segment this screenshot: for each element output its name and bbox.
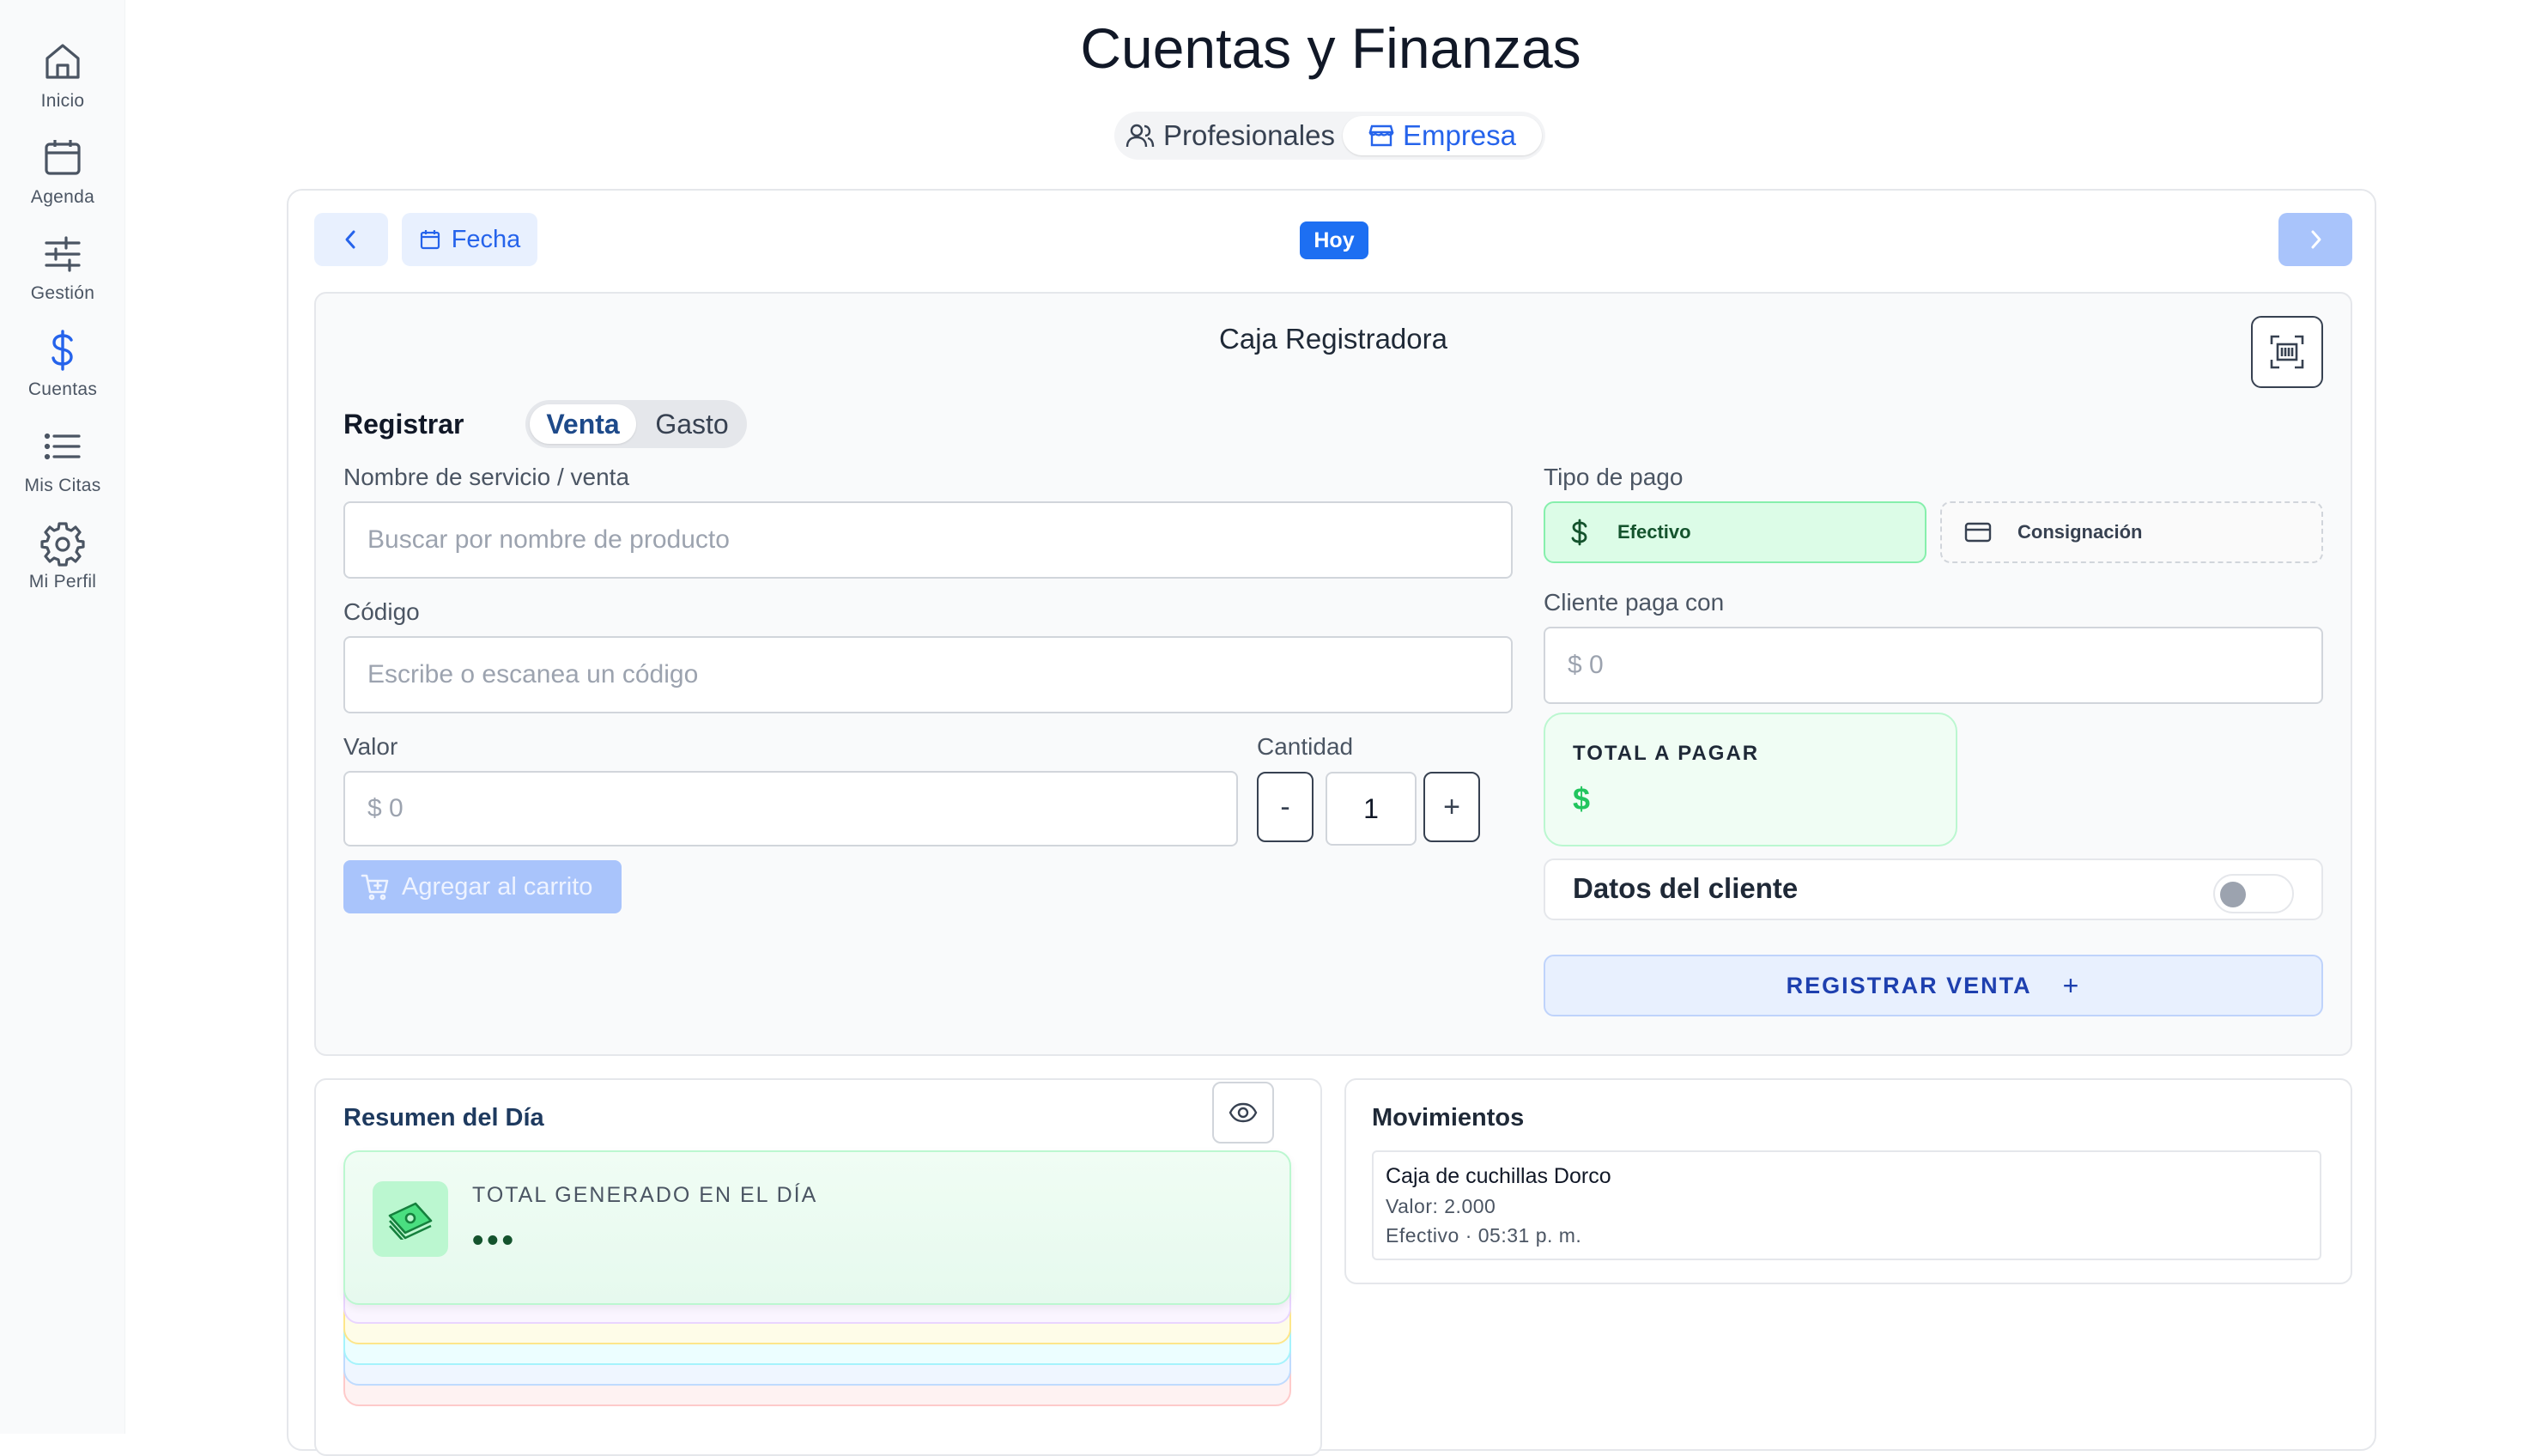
payment-option-consignacion[interactable]: Consignación bbox=[1940, 501, 2323, 563]
value-label: Valor bbox=[343, 733, 398, 760]
calendar-icon bbox=[45, 140, 81, 175]
toggle-visibility-button[interactable] bbox=[1212, 1082, 1274, 1144]
register-sale-button[interactable]: REGISTRAR VENTA + bbox=[1544, 955, 2323, 1016]
barcode-scan-icon bbox=[2270, 335, 2304, 369]
sidebar-item-cuentas[interactable]: Cuentas bbox=[0, 319, 125, 416]
client-pays-input[interactable]: $ 0 bbox=[1544, 627, 2323, 704]
gear-icon bbox=[40, 522, 85, 567]
total-generated-label: TOTAL GENERADO EN EL DÍA bbox=[472, 1183, 818, 1207]
sliders-icon bbox=[45, 236, 81, 272]
users-icon bbox=[1125, 124, 1155, 148]
date-picker-button[interactable]: Fecha bbox=[402, 213, 537, 266]
chevron-left-icon bbox=[345, 230, 355, 249]
movements-title: Movimientos bbox=[1372, 1104, 1525, 1131]
sidebar: Inicio Agenda Gestión Cuentas Mis Citas … bbox=[0, 0, 125, 1434]
dollar-icon bbox=[1571, 519, 1587, 546]
calendar-icon bbox=[420, 230, 440, 250]
quantity-label: Cantidad bbox=[1257, 733, 1354, 760]
page-title: Cuentas y Finanzas bbox=[1080, 16, 1581, 80]
money-icon bbox=[373, 1181, 448, 1257]
movement-name: Caja de cuchillas Dorco bbox=[1386, 1164, 1611, 1188]
tab-label: Profesionales bbox=[1163, 119, 1335, 151]
total-generated-value: ••• bbox=[472, 1222, 517, 1259]
sidebar-item-label: Mi Perfil bbox=[28, 572, 97, 592]
value-input[interactable]: $ 0 bbox=[343, 771, 1238, 846]
service-search-input[interactable]: Buscar por nombre de producto bbox=[343, 501, 1513, 579]
register-mode-label: Registrar bbox=[343, 409, 464, 440]
tab-label: Empresa bbox=[1402, 119, 1517, 151]
tab-profesionales[interactable]: Profesionales bbox=[1118, 116, 1343, 155]
code-input[interactable]: Escribe o escanea un código bbox=[343, 636, 1513, 713]
daily-summary-title: Resumen del Día bbox=[343, 1104, 544, 1131]
payment-option-efectivo[interactable]: Efectivo bbox=[1544, 501, 1926, 563]
mode-venta[interactable]: Venta bbox=[530, 404, 636, 444]
sidebar-item-label: Gestión bbox=[30, 283, 95, 303]
toggle-knob bbox=[2220, 882, 2246, 907]
mode-gasto[interactable]: Gasto bbox=[640, 404, 743, 444]
plus-icon: + bbox=[2062, 969, 2081, 1001]
register-sale-label: REGISTRAR VENTA bbox=[1786, 972, 2032, 998]
sidebar-item-gestion[interactable]: Gestión bbox=[0, 223, 125, 319]
payment-type-label: Tipo de pago bbox=[1544, 464, 1684, 490]
sidebar-item-mis-citas[interactable]: Mis Citas bbox=[0, 416, 125, 512]
payment-option-label: Efectivo bbox=[1617, 521, 1691, 543]
service-name-label: Nombre de servicio / venta bbox=[343, 464, 630, 490]
dollar-icon bbox=[52, 330, 73, 371]
eye-icon bbox=[1229, 1102, 1258, 1123]
payment-option-label: Consignación bbox=[2017, 521, 2143, 543]
credit-card-icon bbox=[1964, 522, 1992, 543]
total-to-pay-label: TOTAL A PAGAR bbox=[1573, 742, 1760, 765]
previous-day-button[interactable] bbox=[314, 213, 388, 266]
cash-register-title: Caja Registradora bbox=[1219, 323, 1447, 355]
register-mode-toggle: Venta Gasto bbox=[525, 400, 747, 448]
client-data-label: Datos del cliente bbox=[1573, 872, 1799, 904]
date-picker-label: Fecha bbox=[451, 225, 521, 253]
quantity-increment-button[interactable]: + bbox=[1423, 772, 1480, 842]
sidebar-item-label: Cuentas bbox=[27, 379, 98, 399]
sidebar-item-label: Inicio bbox=[40, 91, 85, 111]
add-to-cart-button[interactable]: Agregar al carrito bbox=[343, 860, 622, 913]
movement-meta: Efectivo · 05:31 p. m. bbox=[1386, 1224, 1582, 1247]
code-label: Código bbox=[343, 598, 420, 625]
tab-empresa[interactable]: Empresa bbox=[1343, 116, 1542, 155]
sidebar-item-mi-perfil[interactable]: Mi Perfil bbox=[0, 512, 125, 608]
total-to-pay-value: $ bbox=[1573, 781, 1591, 816]
chevron-right-icon bbox=[2311, 230, 2321, 249]
tab-switcher: Profesionales Empresa bbox=[1114, 112, 1545, 160]
sidebar-item-agenda[interactable]: Agenda bbox=[0, 127, 125, 223]
add-to-cart-label: Agregar al carrito bbox=[402, 872, 593, 901]
today-badge[interactable]: Hoy bbox=[1300, 221, 1368, 259]
next-day-button[interactable] bbox=[2278, 213, 2352, 266]
store-icon bbox=[1368, 124, 1394, 147]
cart-plus-icon bbox=[361, 874, 389, 901]
total-to-pay-card bbox=[1544, 713, 1957, 846]
quantity-decrement-button[interactable]: - bbox=[1257, 772, 1314, 842]
list-icon bbox=[44, 433, 81, 460]
sidebar-item-label: Mis Citas bbox=[24, 476, 101, 495]
sidebar-item-label: Agenda bbox=[30, 187, 95, 207]
client-pays-label: Cliente paga con bbox=[1544, 589, 1725, 616]
client-data-toggle[interactable] bbox=[2213, 874, 2294, 913]
movement-value: Valor: 2.000 bbox=[1386, 1195, 1496, 1217]
quantity-value[interactable]: 1 bbox=[1326, 772, 1417, 846]
scan-button[interactable] bbox=[2251, 316, 2323, 388]
